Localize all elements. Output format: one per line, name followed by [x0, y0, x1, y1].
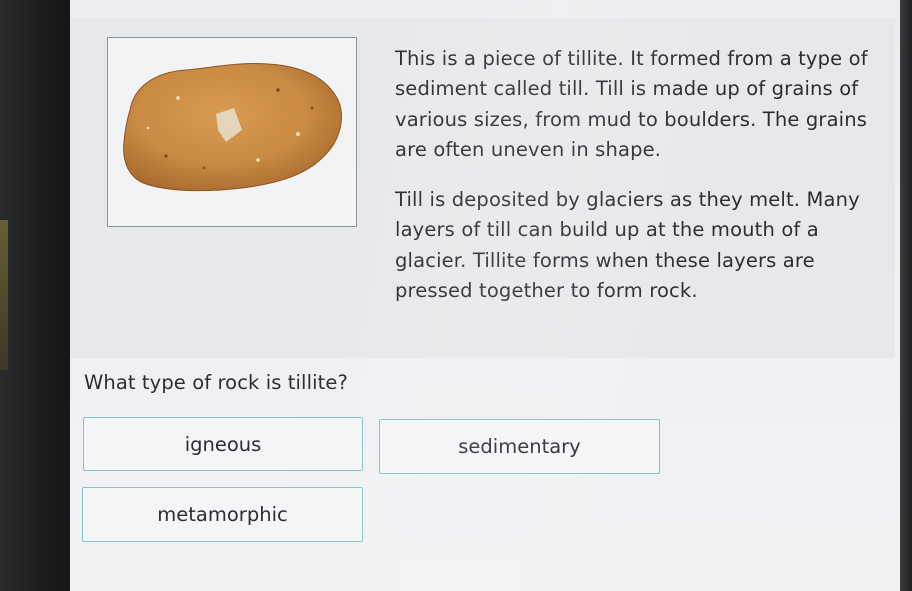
photo-of-screen: This is a piece of tillite. It formed fr…	[0, 0, 912, 591]
question-screen: This is a piece of tillite. It formed fr…	[70, 0, 900, 591]
choice-label: igneous	[184, 432, 262, 456]
passage-panel: This is a piece of tillite. It formed fr…	[70, 18, 895, 358]
passage-paragraph-1: This is a piece of tillite. It formed fr…	[395, 47, 868, 161]
choice-sedimentary-button[interactable]: sedimentary	[379, 419, 660, 474]
choice-igneous-button[interactable]: igneous	[83, 417, 363, 471]
passage-text: This is a piece of tillite. It formed fr…	[395, 44, 875, 326]
choice-metamorphic-button[interactable]: metamorphic	[82, 487, 363, 542]
passage-paragraph-2: Till is deposited by glaciers as they me…	[395, 188, 860, 303]
choice-label: metamorphic	[157, 503, 288, 526]
monitor-bezel-right	[900, 0, 912, 591]
tillite-rock-image	[123, 63, 342, 192]
tillite-image-frame	[107, 37, 357, 227]
choice-label: sedimentary	[458, 435, 581, 458]
question-prompt: What type of rock is tillite?	[84, 371, 348, 394]
monitor-bezel-left	[0, 0, 70, 591]
